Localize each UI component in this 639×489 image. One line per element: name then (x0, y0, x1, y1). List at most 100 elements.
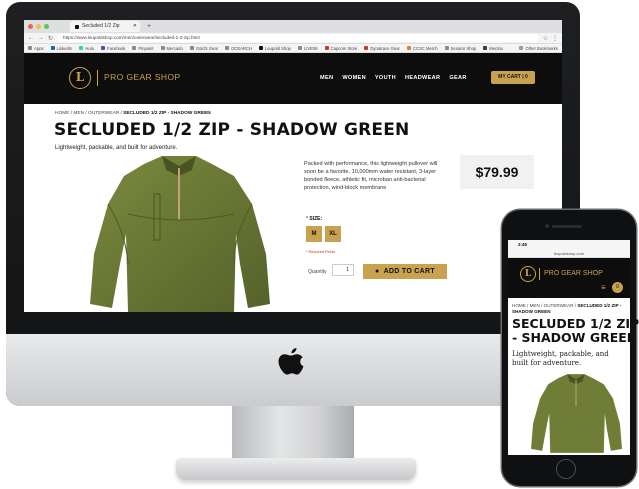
product-description: Packed with performance, this lightweigh… (304, 161, 438, 191)
phone-product-image (531, 374, 622, 453)
quantity-input[interactable]: 1 (332, 264, 354, 276)
bookmark-item[interactable]: Senator Shop (444, 46, 476, 51)
bookmark-item[interactable]: Hulu (79, 46, 94, 51)
bookmark-icon (406, 46, 411, 50)
back-icon[interactable]: ← (28, 35, 34, 41)
bookmark-item[interactable]: OCEARCH (225, 46, 252, 51)
phone-camera-icon (545, 224, 549, 228)
phone-title-line2: - SHADOW GREEN (512, 330, 638, 345)
bookmark-icon (79, 46, 84, 50)
product-price: $79.99 (460, 155, 534, 189)
nav-item-gear[interactable]: GEAR (449, 75, 466, 81)
new-tab-button[interactable]: + (147, 23, 151, 30)
address-field[interactable]: https://www.leupoldshop.com/men/outerwea… (57, 34, 539, 42)
phone-title-line1: SECLUDED 1/2 ZIP (512, 316, 639, 331)
nav-item-women[interactable]: WOMEN (342, 75, 366, 81)
required-fields-note: * Required Fields (306, 250, 336, 254)
bookmark-item[interactable]: Mercado (160, 46, 183, 51)
tab-favicon-icon (75, 24, 79, 29)
size-options: M XL (306, 226, 341, 242)
bookmark-item[interactable]: LIVE55 (297, 46, 318, 51)
size-option-m[interactable]: M (306, 226, 322, 242)
minimize-window-icon[interactable] (36, 24, 41, 29)
phone-product-title: SECLUDED 1/2 ZIP - SHADOW GREEN (512, 316, 639, 345)
browser-tab-bar: Secluded 1/2 Zip ✕ + (24, 20, 562, 33)
bookmark-item[interactable]: Capcom Store (324, 46, 357, 51)
bookmark-icon (324, 46, 329, 50)
bookmark-icon (50, 46, 55, 50)
main-nav: MEN WOMEN YOUTH HEADWEAR GEAR (320, 75, 467, 81)
bookmark-item[interactable]: Dynatrace Gear (364, 46, 400, 51)
product-title: SECLUDED 1/2 ZIP - SHADOW GREEN (54, 120, 410, 140)
nav-item-headwear[interactable]: HEADWEAR (405, 75, 440, 81)
phone-product-tagline: Lightweight, packable, and built for adv… (512, 350, 609, 367)
bookmark-icon (444, 46, 449, 50)
phone-site-header: L PRO GEAR SHOP ≡ 0 (508, 258, 630, 298)
browser-tab[interactable]: Secluded 1/2 Zip ✕ (70, 21, 140, 32)
bookmark-item[interactable]: Facebook (101, 46, 125, 51)
tab-close-icon[interactable]: ✕ (133, 21, 140, 32)
cart-button[interactable]: MY CART | 0 (491, 71, 535, 84)
star-icon[interactable]: ☆ (543, 35, 548, 42)
bookmark-item[interactable]: Gold's Gear (189, 46, 218, 51)
bookmark-icon (483, 46, 488, 50)
required-marker: * (306, 216, 308, 222)
bookmark-icon (225, 46, 230, 50)
site-brand[interactable]: PRO GEAR SHOP (104, 72, 181, 82)
bookmark-icon (189, 46, 194, 50)
forward-icon[interactable]: → (38, 35, 44, 41)
logo-divider (97, 70, 98, 86)
bookmark-item[interactable]: Pinpoint (132, 46, 154, 51)
breadcrumb-current: SECLUDED 1/2 ZIP - SHADOW GREEN (123, 111, 211, 116)
bookmark-item[interactable]: Apps (28, 46, 44, 51)
tab-title: Secluded 1/2 Zip (82, 23, 120, 29)
bookmark-icon (101, 46, 106, 50)
browser-url-bar: ← → ↻ https://www.leupoldshop.com/men/ou… (24, 33, 562, 44)
bookmark-item[interactable]: Leupold Shop (259, 46, 291, 51)
bookmark-item[interactable]: CCSC Merch (406, 46, 438, 51)
bookmark-item[interactable]: Menzia (483, 46, 503, 51)
product-tagline: Lightweight, packable, and built for adv… (55, 145, 178, 151)
size-label: * SIZE: (306, 216, 322, 222)
product-image (90, 156, 270, 312)
apple-logo-icon (278, 348, 304, 375)
imac-stand-base (176, 458, 416, 480)
phone-earpiece (552, 225, 582, 228)
add-to-cart-label: ADD TO CART (383, 268, 435, 275)
bookmark-icon (259, 46, 264, 50)
maximize-window-icon[interactable] (44, 24, 49, 29)
bookmark-item[interactable]: LinkedIn (50, 46, 72, 51)
hamburger-menu-icon[interactable]: ≡ (601, 284, 606, 292)
breadcrumb: HOME / MEN / OUTERWEAR / SECLUDED 1/2 ZI… (55, 111, 211, 116)
phone-breadcrumb: HOME / MEN / OUTERWEAR / SECLUDED 1/2 ZI… (512, 303, 628, 315)
site-header: L PRO GEAR SHOP MEN WOMEN YOUTH HEADWEAR… (24, 53, 562, 104)
imac-stand (232, 406, 354, 464)
nav-item-youth[interactable]: YOUTH (375, 75, 396, 81)
bookmark-icon (132, 46, 137, 50)
breadcrumb-path[interactable]: HOME / MEN / OUTERWEAR / (55, 111, 123, 116)
other-bookmarks[interactable]: Other Bookmarks (519, 46, 562, 51)
site-logo-icon[interactable]: L (69, 67, 91, 89)
nav-item-men[interactable]: MEN (320, 75, 333, 81)
bookmark-icon (28, 46, 32, 50)
phone-url-bar[interactable]: leupoldshop.com (508, 249, 630, 258)
add-to-cart-button[interactable]: ● ADD TO CART (363, 264, 447, 279)
size-label-text: SIZE: (309, 216, 323, 222)
menu-dots-icon[interactable]: ⋮ (552, 35, 558, 42)
quantity-label: Quantity (308, 269, 327, 275)
folder-icon (519, 46, 524, 50)
desktop-screen: Secluded 1/2 Zip ✕ + ← → ↻ https://www.l… (24, 20, 562, 312)
phone-cart-icon[interactable]: 0 (612, 282, 623, 293)
phone-status-time: 2:45 (508, 240, 630, 249)
bookmark-icon (364, 46, 369, 50)
phone-brand[interactable]: PRO GEAR SHOP (544, 270, 603, 277)
phone-breadcrumb-path[interactable]: HOME / MEN / OUTERWEAR / (512, 303, 577, 308)
close-window-icon[interactable] (28, 24, 33, 29)
reload-icon[interactable]: ↻ (48, 35, 53, 42)
bookmark-icon (160, 46, 165, 50)
phone-home-button[interactable] (556, 459, 576, 479)
size-option-xl[interactable]: XL (325, 226, 341, 242)
bookmarks-bar: Apps LinkedIn Hulu Facebook Pinpoint Mer… (24, 44, 562, 53)
phone-logo-divider (539, 268, 540, 280)
phone-logo-icon[interactable]: L (520, 266, 536, 282)
